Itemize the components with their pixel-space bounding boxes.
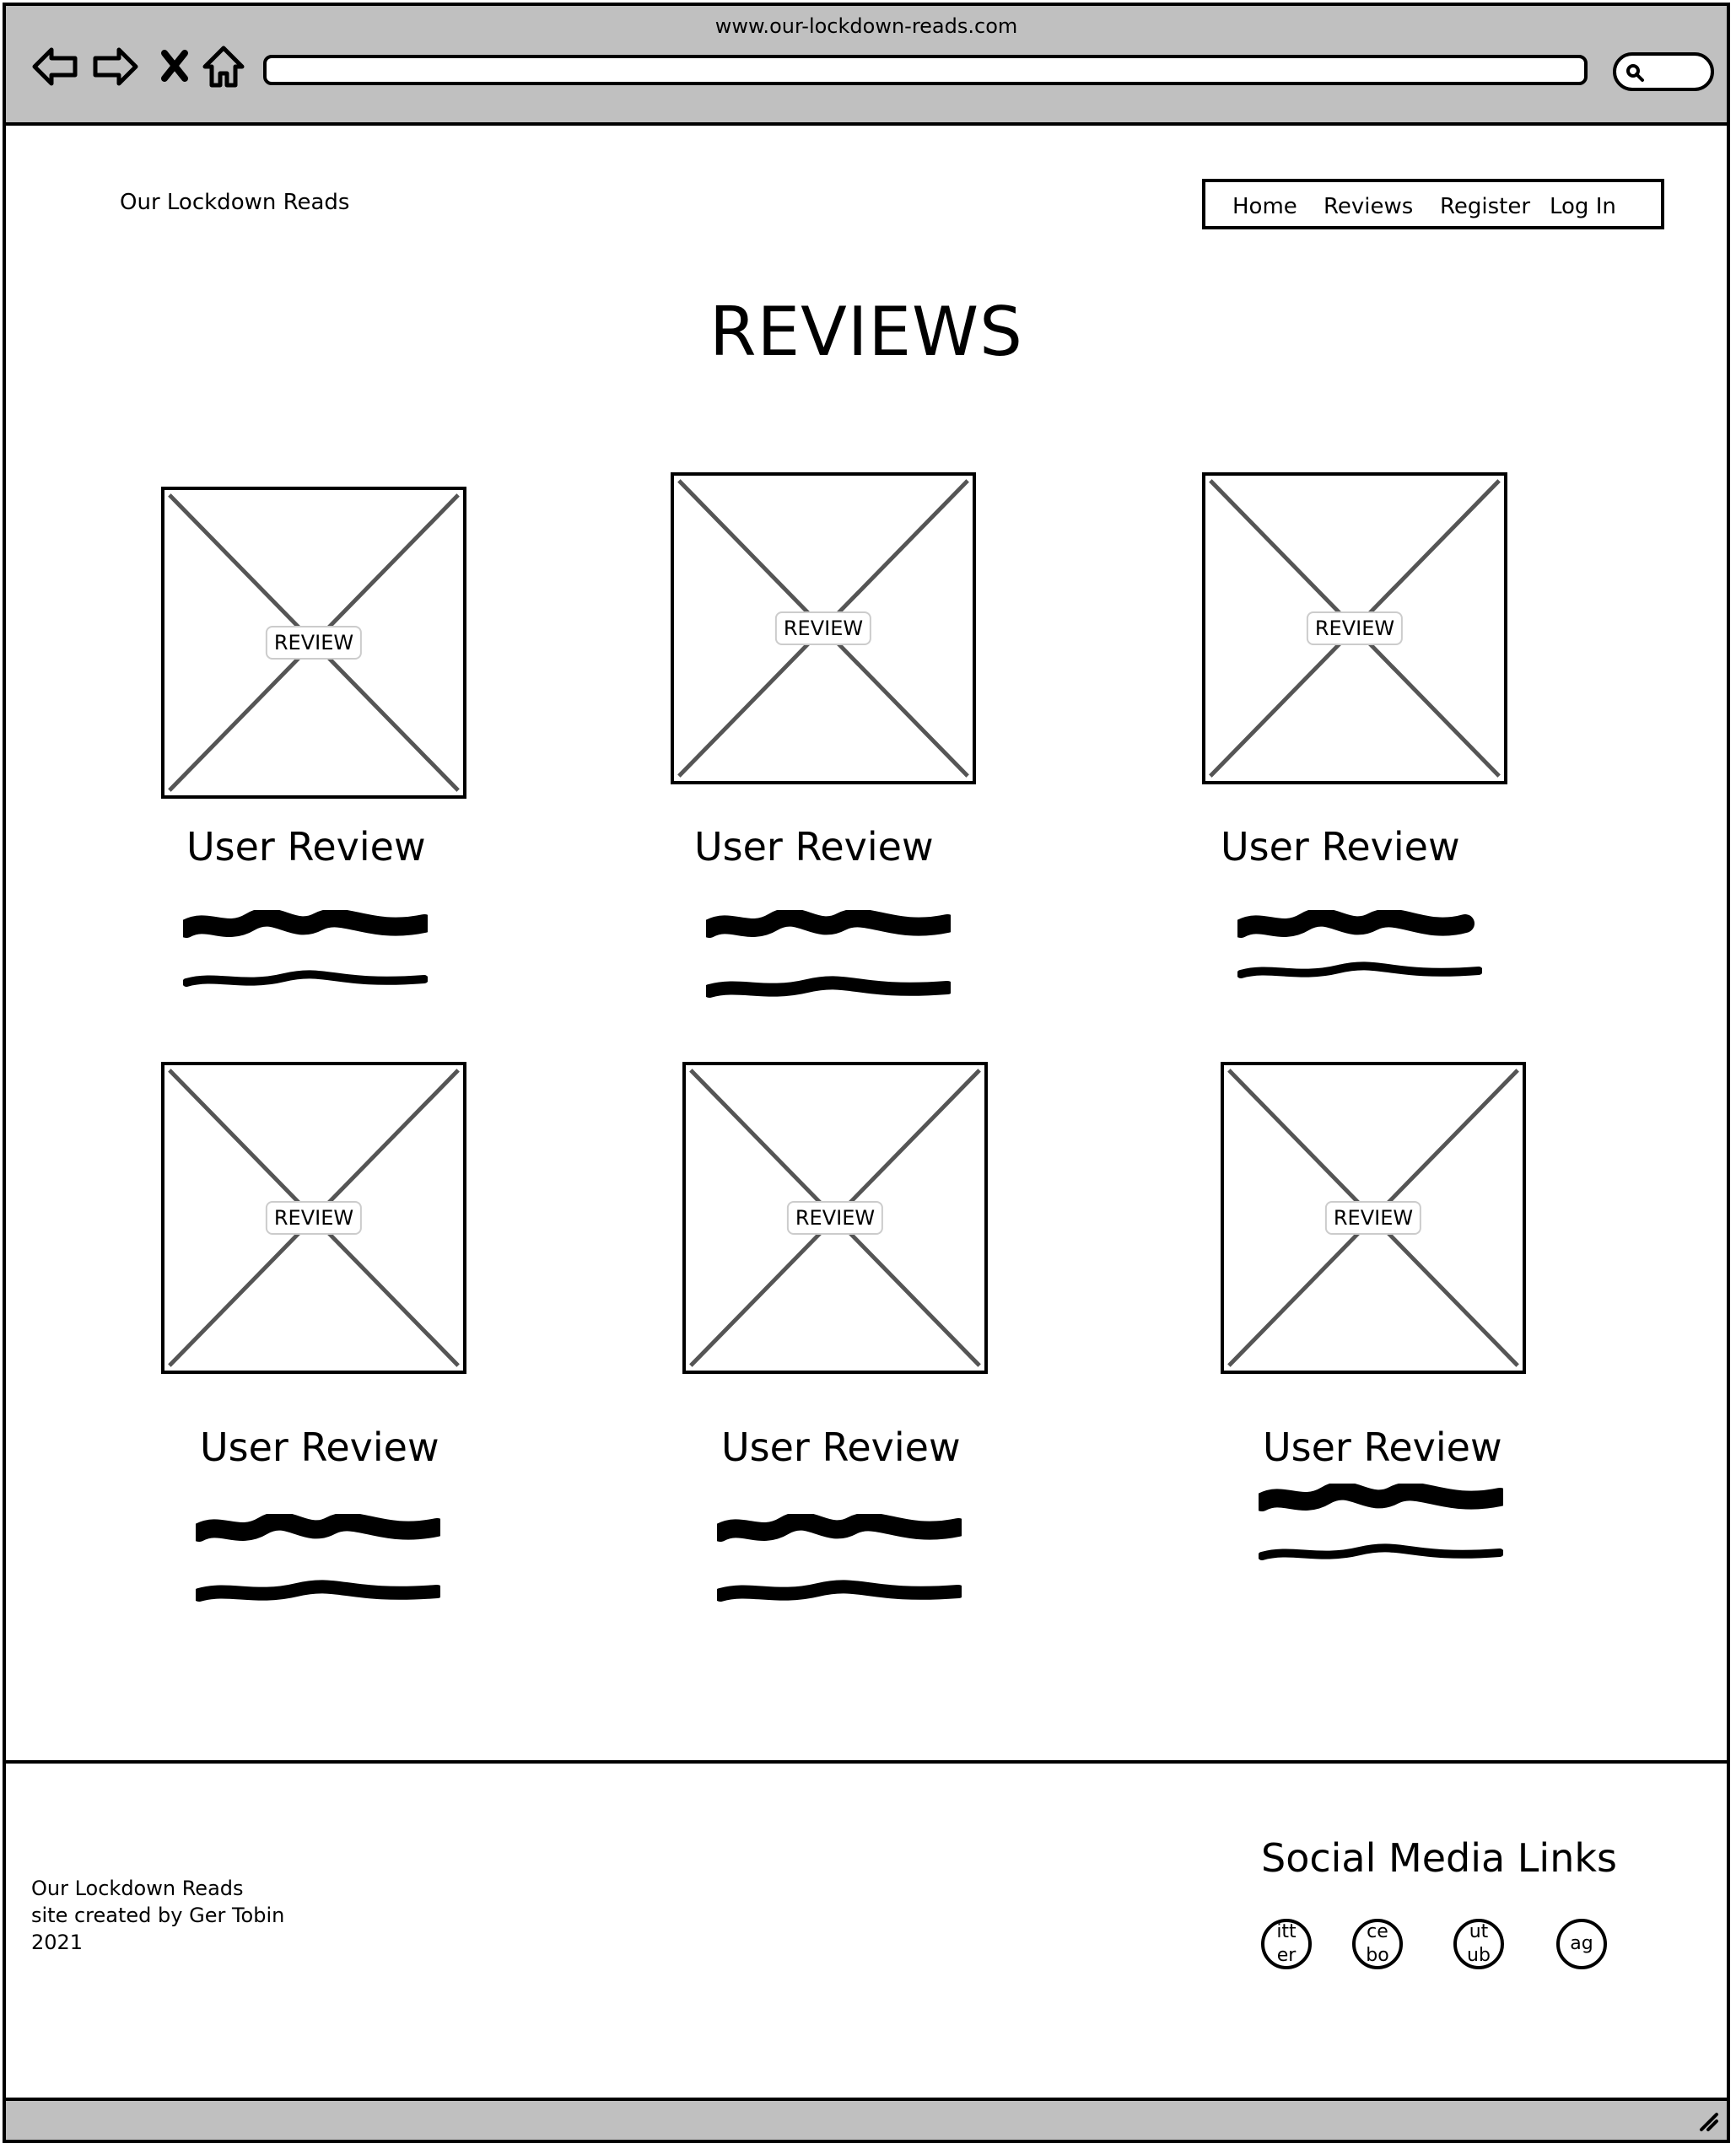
browser-status-bar [6, 2098, 1727, 2140]
nav-home[interactable]: Home [1232, 194, 1297, 219]
review-image-label: REVIEW [1324, 1201, 1422, 1235]
facebook-icon[interactable]: ce bo [1352, 1919, 1403, 1969]
youtube-icon[interactable]: ut ub [1453, 1919, 1504, 1969]
site-footer: Our Lockdown Reads site created by Ger T… [6, 1760, 1727, 2108]
forward-arrow-icon[interactable] [90, 41, 141, 92]
review-image-label: REVIEW [786, 1201, 884, 1235]
search-box[interactable] [1613, 52, 1714, 91]
back-arrow-icon[interactable] [30, 41, 80, 92]
youtube-icon-text: ut ub [1467, 1921, 1491, 1966]
nav-login[interactable]: Log In [1550, 194, 1616, 219]
text-scribble-placeholder [196, 1514, 440, 1602]
review-image-placeholder[interactable]: REVIEW [161, 1062, 466, 1374]
review-heading[interactable]: User Review [200, 1425, 439, 1470]
brand-logo-text[interactable]: Our Lockdown Reads [120, 190, 349, 215]
review-image-placeholder[interactable]: REVIEW [682, 1062, 988, 1374]
review-image-placeholder[interactable]: REVIEW [1221, 1062, 1526, 1374]
review-heading[interactable]: User Review [186, 824, 426, 870]
review-image-label: REVIEW [265, 626, 363, 660]
review-image-placeholder[interactable]: REVIEW [1202, 472, 1507, 784]
social-links-title: Social Media Links [1261, 1835, 1617, 1881]
text-scribble-placeholder [1237, 910, 1482, 978]
review-image-label: REVIEW [1306, 611, 1404, 645]
instagram-icon-text: ag [1570, 1933, 1593, 1954]
footer-credit: site created by Ger Tobin [31, 1904, 285, 1927]
review-image-label: REVIEW [774, 611, 872, 645]
facebook-icon-text: ce bo [1366, 1921, 1389, 1966]
text-scribble-placeholder [1259, 1484, 1503, 1560]
nav-register[interactable]: Register [1440, 194, 1530, 219]
search-icon [1626, 64, 1644, 82]
review-heading[interactable]: User Review [1263, 1425, 1502, 1470]
nav-reviews[interactable]: Reviews [1324, 194, 1413, 219]
review-heading[interactable]: User Review [1221, 824, 1460, 870]
url-text: www.our-lockdown-reads.com [714, 14, 1018, 38]
text-scribble-placeholder [706, 910, 951, 998]
text-scribble-placeholder [183, 910, 428, 987]
review-image-label: REVIEW [265, 1201, 363, 1235]
review-image-placeholder[interactable]: REVIEW [671, 472, 976, 784]
instagram-icon[interactable]: ag [1556, 1919, 1607, 1969]
review-heading[interactable]: User Review [721, 1425, 961, 1470]
twitter-icon-text: itt er [1276, 1921, 1297, 1966]
home-icon[interactable] [198, 41, 249, 92]
resize-handle-icon[interactable] [1696, 2109, 1720, 2133]
footer-brand: Our Lockdown Reads [31, 1877, 244, 1900]
footer-info: Our Lockdown Reads site created by Ger T… [31, 1875, 284, 1956]
review-heading[interactable]: User Review [694, 824, 934, 870]
review-image-placeholder[interactable]: REVIEW [161, 487, 466, 799]
browser-window: www.our-lockdown-reads.com Our Lockdown … [3, 3, 1730, 2143]
page-title: REVIEWS [709, 293, 1023, 371]
twitter-icon[interactable]: itt er [1261, 1919, 1312, 1969]
address-bar[interactable] [263, 55, 1588, 85]
close-icon[interactable] [151, 41, 202, 92]
text-scribble-placeholder [717, 1514, 962, 1602]
footer-year: 2021 [31, 1931, 84, 1954]
nav-menu: Home Reviews Register Log In [1202, 179, 1664, 229]
browser-toolbar: www.our-lockdown-reads.com [6, 6, 1727, 126]
